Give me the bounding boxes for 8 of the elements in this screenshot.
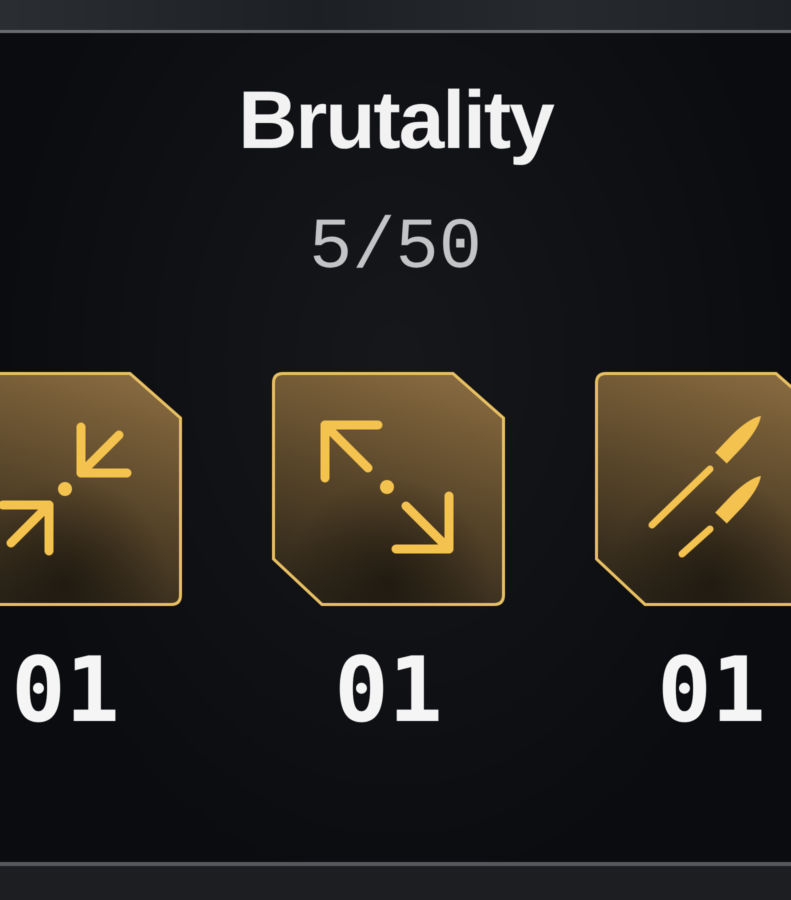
arrows-inward-icon xyxy=(0,422,132,556)
reward-count: 01 xyxy=(11,637,120,746)
reward-count: 01 xyxy=(334,637,443,746)
reward-count: 01 xyxy=(657,637,766,746)
arrows-outward-icon xyxy=(320,420,454,554)
progress-count: 5/50 xyxy=(309,207,482,290)
bullets-icon xyxy=(648,416,761,558)
category-title: Brutality xyxy=(238,74,553,168)
